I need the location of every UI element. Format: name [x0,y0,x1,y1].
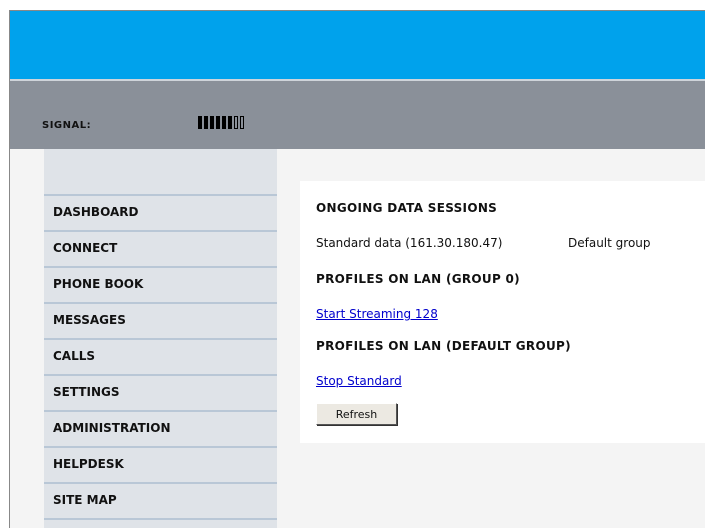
signal-segment-filled [222,116,226,129]
signal-segment-filled [204,116,208,129]
signal-segment-filled [228,116,232,129]
sidebar-item-administration[interactable]: ADMINISTRATION [44,410,277,444]
sidebar-item-helpdesk[interactable]: HELPDESK [44,446,277,480]
sidebar-item-phone-book[interactable]: PHONE BOOK [44,266,277,300]
sidebar-item-messages[interactable]: MESSAGES [44,302,277,336]
sidebar-nav: DASHBOARD CONNECT PHONE BOOK MESSAGES CA… [44,149,277,528]
stop-standard-link[interactable]: Stop Standard [316,374,402,388]
top-banner [10,11,705,79]
signal-segment-empty [234,116,238,129]
signal-label: SIGNAL: [42,120,92,131]
app-frame: SIGNAL: DASHBOARD CONNECT PHONE BOOK MES… [9,10,705,528]
group0-profiles-heading: PROFILES ON LAN (GROUP 0) [316,272,520,286]
sidebar-item-site-map[interactable]: SITE MAP [44,482,277,516]
ongoing-sessions-heading: ONGOING DATA SESSIONS [316,201,498,215]
signal-segment-empty [240,116,244,129]
session-group: Default group [568,236,651,250]
sidebar-item-connect[interactable]: CONNECT [44,230,277,264]
session-name: Standard data (161.30.180.47) [316,236,503,250]
signal-segment-filled [216,116,220,129]
signal-strength-meter [198,116,244,129]
refresh-button[interactable]: Refresh [316,403,397,425]
default-group-profiles-heading: PROFILES ON LAN (DEFAULT GROUP) [316,339,571,353]
signal-segment-filled [210,116,214,129]
sidebar-item-settings[interactable]: SETTINGS [44,374,277,408]
sidebar-item-calls[interactable]: CALLS [44,338,277,372]
signal-bar: SIGNAL: [10,81,705,149]
signal-segment-filled [198,116,202,129]
start-streaming-link[interactable]: Start Streaming 128 [316,307,438,321]
data-sessions-panel: ONGOING DATA SESSIONS Standard data (161… [300,181,705,443]
sidebar-item-dashboard[interactable]: DASHBOARD [44,194,277,228]
